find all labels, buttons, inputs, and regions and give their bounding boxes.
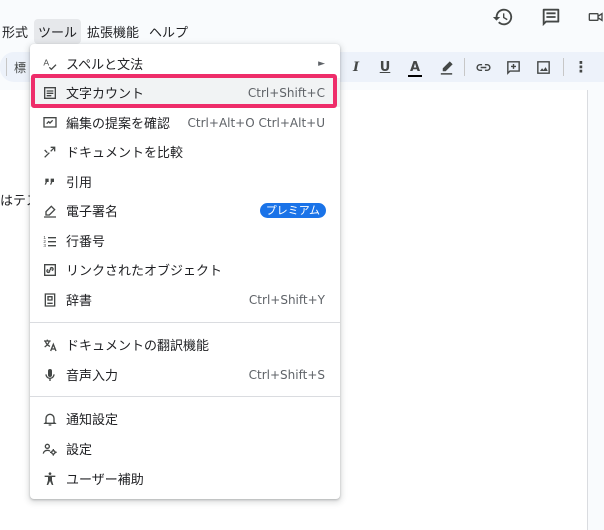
menu-item-label: 編集の提案を確認 (66, 117, 171, 132)
accessibility-icon (41, 470, 59, 488)
video-call-icon[interactable] (588, 6, 604, 28)
menu-item-label: 設定 (66, 443, 93, 458)
menu-divider (30, 322, 340, 323)
linked-objects-icon (41, 261, 59, 279)
menu-divider (30, 396, 340, 397)
menu-item-esignature[interactable]: 電子署名 プレミアム (30, 196, 340, 225)
esignature-icon (41, 202, 59, 220)
menu-item-linked-objects[interactable]: リンクされたオブジェクト (30, 255, 340, 284)
menu-item-dictionary[interactable]: 辞書 Ctrl+Shift+Y (30, 285, 340, 314)
menu-item-label: 辞書 (66, 294, 93, 309)
add-comment-icon[interactable] (501, 55, 525, 79)
menu-extensions[interactable]: 拡張機能 (83, 19, 143, 44)
menu-item-label: 電子署名 (66, 205, 119, 220)
compare-documents-icon (41, 143, 59, 161)
menu-item-label: 行番号 (66, 235, 106, 250)
menu-item-shortcut: Ctrl+Shift+S (248, 367, 325, 382)
menu-item-preferences[interactable]: 設定 (30, 434, 340, 463)
menu-item-translate-document[interactable]: ドキュメントの翻訳機能 (30, 330, 340, 359)
menu-item-label: 引用 (66, 176, 93, 191)
menu-item-shortcut: Ctrl+Shift+Y (248, 292, 325, 307)
link-icon[interactable] (471, 55, 495, 79)
line-numbers-icon: 123 (41, 232, 59, 250)
premium-badge: プレミアム (259, 203, 326, 218)
menu-item-line-numbers[interactable]: 123 行番号 (30, 226, 340, 255)
underline-icon[interactable]: U (373, 55, 397, 79)
menu-help[interactable]: ヘルプ (145, 19, 192, 44)
review-suggestions-icon (41, 114, 59, 132)
menu-item-label: ドキュメントを比較 (66, 146, 184, 161)
spellcheck-icon: A (41, 55, 59, 73)
menu-item-label: ドキュメントの翻訳機能 (66, 339, 210, 354)
menu-item-label: スペルと文法 (66, 58, 144, 73)
submenu-arrow-icon: ► (318, 58, 325, 69)
italic-icon[interactable]: I (344, 55, 368, 79)
translate-icon (41, 336, 59, 354)
text-color-icon[interactable]: A (403, 55, 427, 79)
tools-menu: A スペルと文法 ► 文字カウント Ctrl+Shift+C 編集の提案を確認 … (30, 44, 340, 499)
menu-item-shortcut: Ctrl+Alt+O Ctrl+Alt+U (187, 115, 325, 130)
insert-image-icon[interactable] (531, 55, 555, 79)
menu-item-label: 通知設定 (66, 413, 119, 428)
svg-text:A: A (43, 57, 49, 67)
menu-item-accessibility[interactable]: ユーザー補助 (30, 464, 340, 493)
history-icon[interactable] (492, 6, 514, 28)
toolbar-divider (563, 58, 564, 76)
comment-icon[interactable] (540, 6, 562, 28)
more-icon[interactable]: ⋮ (569, 55, 593, 79)
toolbar-divider (6, 58, 7, 76)
microphone-icon (41, 366, 59, 384)
menu-item-compare-documents[interactable]: ドキュメントを比較 (30, 137, 340, 166)
svg-text:3: 3 (43, 243, 46, 248)
menu-item-notification-settings[interactable]: 通知設定 (30, 404, 340, 433)
word-count-highlight-box (31, 74, 337, 108)
preferences-icon (41, 440, 59, 458)
toolbar-divider (464, 58, 465, 76)
paragraph-style-dropdown[interactable]: 標 (14, 59, 26, 76)
menu-item-label: リンクされたオブジェクト (66, 264, 223, 279)
menu-item-label: ユーザー補助 (66, 473, 144, 488)
menu-item-voice-typing[interactable]: 音声入力 Ctrl+Shift+S (30, 360, 340, 389)
menu-item-citations[interactable]: 引用 (30, 167, 340, 196)
highlight-icon[interactable] (434, 55, 458, 79)
menu-item-review-suggestions[interactable]: 編集の提案を確認 Ctrl+Alt+O Ctrl+Alt+U (30, 108, 340, 137)
text-color-label: A (407, 59, 423, 77)
menu-format[interactable]: 形式 (0, 19, 32, 44)
bell-icon (41, 410, 59, 428)
menu-bar: 形式 ツール 拡張機能 ヘルプ (0, 18, 192, 44)
dictionary-icon (41, 291, 59, 309)
menu-item-label: 音声入力 (66, 369, 119, 384)
header-actions (466, 6, 604, 28)
menu-tools[interactable]: ツール (34, 18, 82, 44)
citation-icon (41, 173, 59, 191)
